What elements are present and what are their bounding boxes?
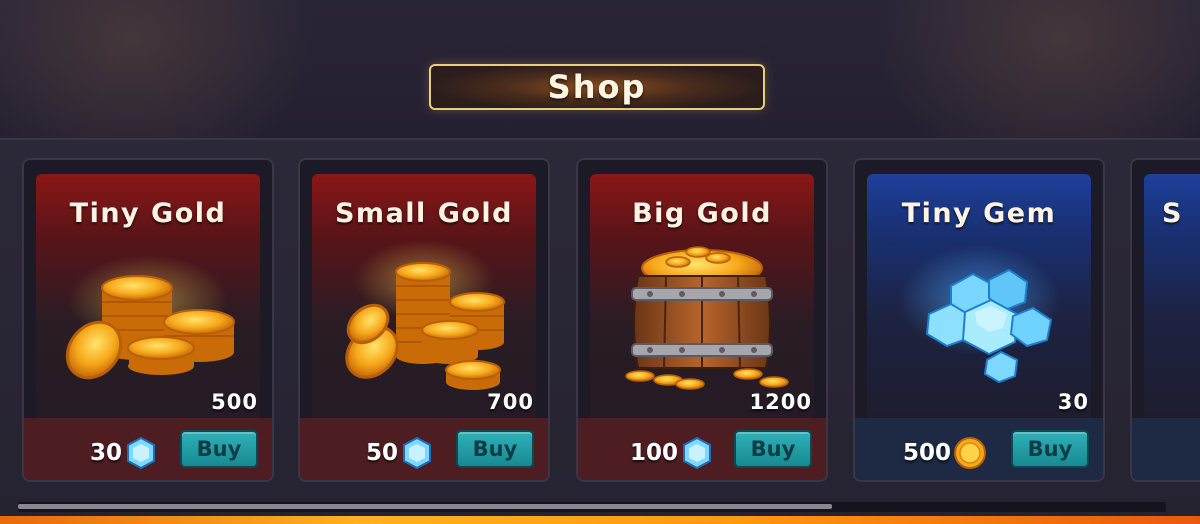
price-label: 30 [90, 436, 158, 470]
horizontal-scrollbar[interactable] [18, 502, 1166, 512]
shop-title-plate: Shop [429, 64, 765, 110]
card-footer: 500 Buy [855, 418, 1103, 480]
gold-coin-stacks-icon [345, 240, 505, 390]
gold-barrel-icon [625, 246, 789, 390]
buy-button[interactable]: Buy [180, 430, 258, 468]
card-footer [1132, 418, 1200, 480]
gem-icon [127, 436, 156, 470]
card-footer: 50 Buy [300, 418, 548, 480]
shop-title: Shop [547, 68, 647, 106]
price-value: 500 [903, 440, 952, 466]
card-title: Small Gold [334, 198, 513, 229]
gem-pile-icon [899, 245, 1059, 384]
card-title: Tiny Gem [901, 198, 1057, 229]
price-label: 100 [630, 436, 714, 470]
card-footer: 100 Buy [578, 418, 826, 480]
card-title: Tiny Gold [69, 198, 227, 229]
shop-card-tiny-gold: Tiny Gold 500 30 Buy [22, 158, 274, 482]
price-value: 30 [90, 440, 123, 466]
shop-card-tiny-gem: Tiny Gem 30 500 Buy [853, 158, 1105, 482]
gold-coin-pile-icon [65, 255, 235, 380]
gem-icon [683, 436, 712, 470]
card-title: Big Gold [632, 198, 772, 229]
reward-amount: 500 [211, 390, 258, 414]
card-title: S [1162, 198, 1183, 229]
gem-icon [403, 436, 432, 470]
gold-coin-icon [954, 437, 987, 469]
buy-button[interactable]: Buy [456, 430, 534, 468]
price-label: 500 [903, 436, 987, 470]
shop-card-partial: S [1130, 158, 1200, 482]
card-footer: 30 Buy [24, 418, 272, 480]
shop-screen: Shop Tiny Gold 500 30 Buy Small Gold 700… [0, 0, 1200, 524]
price-value: 50 [366, 440, 399, 466]
shop-card-small-gold: Small Gold 700 50 Buy [298, 158, 550, 482]
buy-button[interactable]: Buy [734, 430, 812, 468]
buy-button[interactable]: Buy [1011, 430, 1089, 468]
shop-card-big-gold: Big Gold 1200 100 Buy [576, 158, 828, 482]
reward-amount: 1200 [749, 390, 812, 414]
reward-amount: 30 [1057, 390, 1089, 414]
price-label: 50 [366, 436, 434, 470]
reward-amount: 700 [487, 390, 534, 414]
price-value: 100 [630, 440, 679, 466]
scrollbar-thumb[interactable] [18, 504, 832, 509]
